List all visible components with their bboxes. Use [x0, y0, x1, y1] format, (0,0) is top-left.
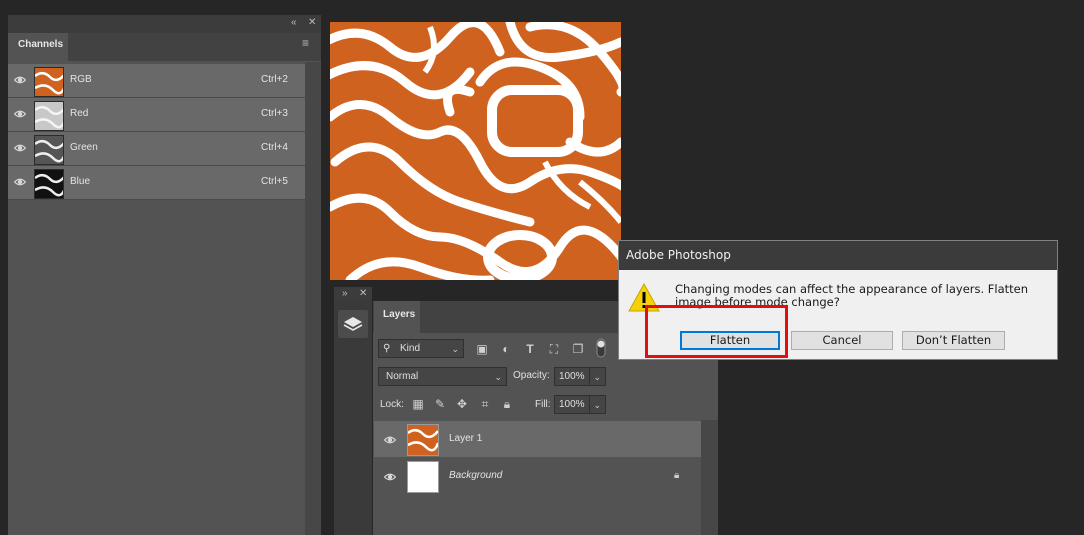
close-icon[interactable]: ✕: [308, 17, 316, 28]
opacity-value: 100%: [559, 371, 585, 382]
chevron-down-icon: ⌄: [494, 372, 502, 382]
layers-scrollbar[interactable]: [701, 420, 718, 535]
tab-channels[interactable]: Channels: [8, 33, 68, 61]
blend-mode-select[interactable]: Normal ⌄: [378, 367, 507, 386]
layer-name: Layer 1: [449, 433, 483, 444]
channel-row-red[interactable]: Red Ctrl+3: [8, 98, 305, 132]
channel-thumbnail: [34, 135, 64, 165]
layer-row-layer-1[interactable]: Layer 1: [374, 421, 701, 457]
double-chevron-right-icon[interactable]: »: [342, 288, 348, 299]
layer-name: Background: [449, 470, 503, 481]
lock-image-pixels-icon[interactable]: ✎: [433, 397, 447, 411]
layer-filter-select[interactable]: ⚲ Kind ⌄: [378, 339, 464, 358]
layers-stack-icon[interactable]: [338, 310, 368, 338]
eye-icon[interactable]: [14, 142, 26, 154]
field-divider: [589, 396, 590, 413]
channel-shortcut: Ctrl+4: [261, 142, 288, 153]
layers-panel-header: » ✕: [334, 287, 372, 301]
lock-position-icon[interactable]: ✥: [455, 397, 469, 411]
eye-icon[interactable]: [384, 471, 396, 483]
chevron-down-icon[interactable]: ⌄: [593, 369, 601, 385]
dialog-title: Adobe Photoshop: [626, 248, 731, 262]
fill-input[interactable]: 100% ⌄: [554, 395, 606, 414]
tab-layers[interactable]: Layers: [374, 301, 420, 333]
fill-value: 100%: [559, 399, 585, 410]
eye-icon[interactable]: [384, 434, 396, 446]
shape-filter-icon[interactable]: ⛶: [547, 342, 561, 356]
channels-panel-header: « ✕: [8, 15, 321, 33]
lock-label: Lock:: [380, 399, 404, 410]
chevron-down-icon: ⌄: [451, 344, 459, 354]
hamburger-menu-icon[interactable]: ≡: [302, 36, 309, 50]
field-divider: [589, 368, 590, 385]
canvas-image[interactable]: [330, 22, 621, 280]
search-icon: ⚲: [383, 343, 391, 354]
layer-thumbnail: [407, 424, 439, 456]
channel-name: Green: [70, 142, 98, 153]
eye-icon[interactable]: [14, 108, 26, 120]
channels-scrollbar[interactable]: [305, 62, 321, 535]
channel-name: Red: [70, 108, 89, 119]
adjustment-filter-icon[interactable]: ◐: [499, 342, 513, 356]
highlight-annotation: [645, 305, 788, 358]
filter-toggle-icon[interactable]: [594, 338, 608, 358]
channel-thumbnail: [34, 169, 64, 199]
layer-row-background[interactable]: Background 🔒︎: [374, 458, 701, 494]
channel-row-rgb[interactable]: RGB Ctrl+2: [8, 64, 305, 98]
chevron-down-icon[interactable]: ⌄: [593, 397, 601, 413]
channel-thumbnail: [34, 67, 64, 97]
double-chevron-left-icon[interactable]: «: [291, 17, 297, 28]
opacity-input[interactable]: 100% ⌄: [554, 367, 606, 386]
channel-name: Blue: [70, 176, 91, 187]
lock-artboard-icon[interactable]: ⌗: [478, 397, 492, 411]
eye-icon[interactable]: [14, 74, 26, 86]
type-filter-icon[interactable]: T: [523, 342, 537, 356]
channel-row-green[interactable]: Green Ctrl+4: [8, 132, 305, 166]
lock-transparent-pixels-icon[interactable]: ▦: [411, 397, 425, 411]
channel-shortcut: Ctrl+3: [261, 108, 288, 119]
fill-label: Fill:: [535, 399, 551, 410]
cancel-button[interactable]: Cancel: [791, 331, 893, 350]
image-filter-icon[interactable]: ▣: [475, 342, 489, 356]
lock-all-icon[interactable]: 🔒︎: [500, 397, 514, 411]
opacity-label: Opacity:: [513, 370, 550, 381]
lock-icon: 🔒︎: [674, 470, 680, 481]
channel-name: RGB: [70, 74, 92, 85]
channel-thumbnail: [34, 101, 64, 131]
dont-flatten-button[interactable]: Don’t Flatten: [902, 331, 1005, 350]
smart-object-filter-icon[interactable]: ❐: [571, 342, 585, 356]
close-icon[interactable]: ✕: [359, 288, 367, 299]
channel-shortcut: Ctrl+2: [261, 74, 288, 85]
blend-mode-value: Normal: [386, 371, 419, 382]
channel-row-blue[interactable]: Blue Ctrl+5: [8, 166, 305, 200]
channel-shortcut: Ctrl+5: [261, 176, 288, 187]
eye-icon[interactable]: [14, 176, 26, 188]
layer-thumbnail: [407, 461, 439, 493]
filter-kind-label: Kind: [400, 343, 421, 354]
